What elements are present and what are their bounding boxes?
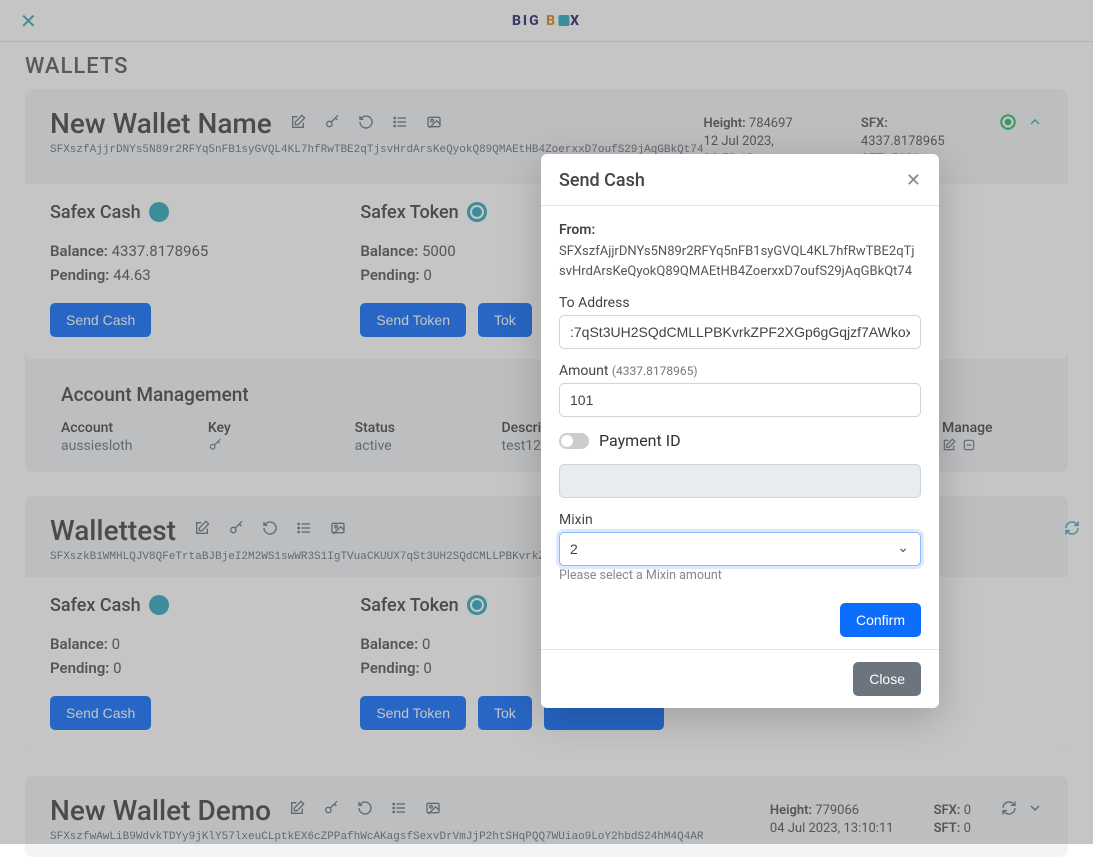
to-label: To Address	[559, 295, 921, 311]
close-icon[interactable]: ✕	[906, 170, 921, 191]
modal-title: Send Cash	[559, 170, 645, 191]
mixin-select[interactable]	[559, 532, 921, 566]
confirm-button[interactable]: Confirm	[840, 603, 921, 637]
payment-id-toggle[interactable]	[559, 433, 589, 449]
from-address: SFXszfAjjrDNYs5N89r2RFYq5nFB1syGVQL4KL7h…	[559, 242, 921, 281]
amount-label: Amount (4337.8178965)	[559, 363, 921, 379]
close-button[interactable]: Close	[853, 662, 921, 696]
payment-id-input	[559, 464, 921, 498]
amount-input[interactable]	[559, 383, 921, 417]
payment-id-label: Payment ID	[599, 431, 681, 450]
from-label: From:	[559, 222, 921, 238]
to-address-input[interactable]	[559, 315, 921, 349]
mixin-label: Mixin	[559, 512, 921, 528]
send-cash-modal: Send Cash ✕ From: SFXszfAjjrDNYs5N89r2RF…	[541, 154, 939, 708]
